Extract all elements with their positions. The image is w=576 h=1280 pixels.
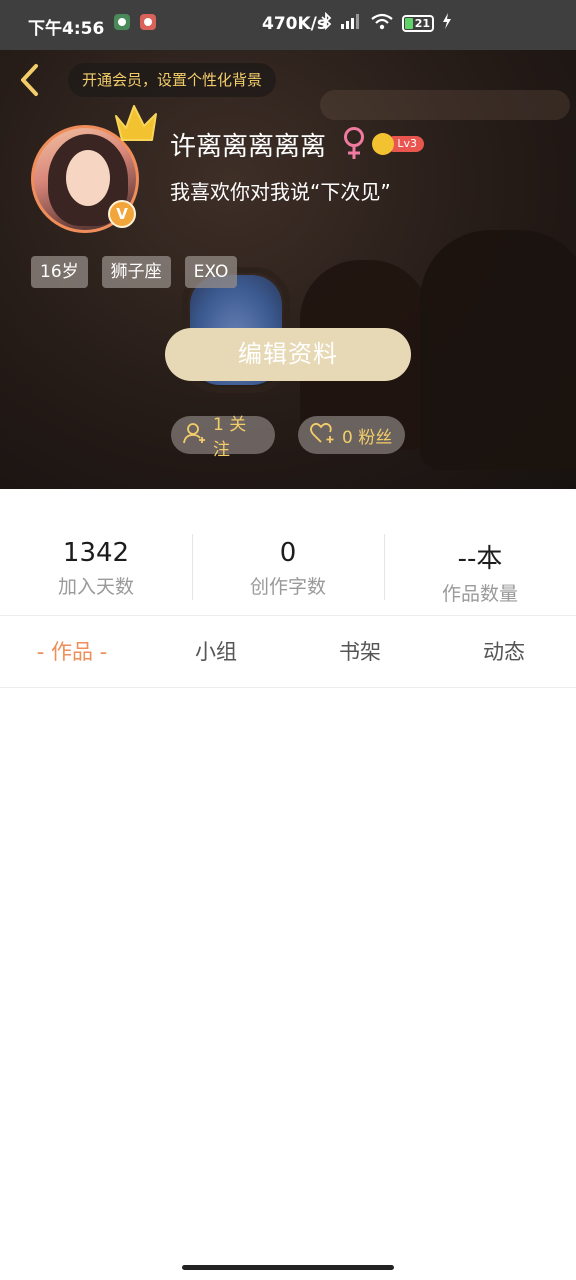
status-time: 下午4:56 — [28, 19, 105, 39]
following-count: 1 关注 — [213, 415, 247, 460]
battery-level: 21 — [414, 16, 430, 30]
wifi-icon — [370, 12, 394, 34]
background-decoration — [320, 90, 570, 120]
battery-icon: 21 — [402, 14, 434, 32]
profile-header: 开通会员，设置个性化背景 V 许离离离离离 Lv3 我喜欢你对我说“下次见” 1… — [0, 50, 576, 489]
level-badge: Lv3 — [372, 133, 426, 155]
divider — [0, 687, 576, 688]
fans-button[interactable]: 0 粉丝 — [298, 416, 405, 454]
home-indicator[interactable] — [182, 1265, 394, 1270]
network-speed: 470K/s — [262, 14, 327, 34]
crown-icon — [112, 102, 160, 148]
add-user-icon — [183, 422, 207, 449]
app-notification-icon — [140, 14, 156, 30]
signal-icon — [340, 12, 362, 34]
stat-label: 创作字数 — [249, 576, 326, 598]
charging-icon — [442, 13, 452, 33]
profile-tabs: - 作品 - 小组 书架 动态 — [0, 617, 576, 687]
fans-count: 0 粉丝 — [342, 427, 393, 448]
bluetooth-icon — [320, 11, 332, 34]
stat-value: 0 — [279, 538, 297, 568]
tab-activity[interactable]: 动态 — [432, 617, 576, 687]
wechat-notification-icon — [114, 14, 130, 30]
edit-profile-button[interactable]: 编辑资料 — [165, 328, 411, 381]
nickname: 许离离离离离 — [170, 132, 327, 162]
heart-plus-icon — [310, 422, 336, 449]
level-crown-icon — [372, 133, 394, 155]
back-button[interactable] — [14, 62, 44, 102]
signature: 我喜欢你对我说“下次见” — [170, 180, 391, 204]
vip-background-banner[interactable]: 开通会员，设置个性化背景 — [68, 63, 277, 97]
stats-row: 1342 加入天数 0 创作字数 --本 作品数量 — [0, 520, 576, 616]
stat-value: --本 — [457, 544, 503, 574]
divider — [0, 615, 576, 616]
female-gender-icon — [341, 126, 367, 164]
stat-value: 1342 — [62, 538, 130, 568]
stat-join-days: 1342 加入天数 — [0, 520, 192, 616]
stat-works-count: --本 作品数量 — [384, 520, 576, 616]
stat-label: 加入天数 — [57, 576, 134, 598]
notification-icons — [114, 14, 156, 30]
following-button[interactable]: 1 关注 — [171, 415, 275, 460]
profile-tags: 16岁 狮子座 EXO — [31, 256, 238, 288]
tab-groups[interactable]: 小组 — [144, 617, 288, 687]
chevron-left-icon — [18, 63, 40, 101]
tag-interest: EXO — [184, 256, 238, 288]
system-icons: 21 — [320, 11, 452, 34]
stat-word-count: 0 创作字数 — [192, 520, 384, 616]
background-decoration — [420, 230, 576, 470]
tag-age: 16岁 — [31, 256, 88, 288]
avatar-face — [66, 150, 110, 206]
status-bar: 下午4:56 470K/s 21 — [0, 0, 576, 50]
tab-works[interactable]: - 作品 - — [0, 617, 144, 687]
verified-badge: V — [108, 200, 136, 228]
tab-bookshelf[interactable]: 书架 — [288, 617, 432, 687]
stat-label: 作品数量 — [441, 583, 518, 605]
tag-zodiac: 狮子座 — [101, 256, 171, 288]
